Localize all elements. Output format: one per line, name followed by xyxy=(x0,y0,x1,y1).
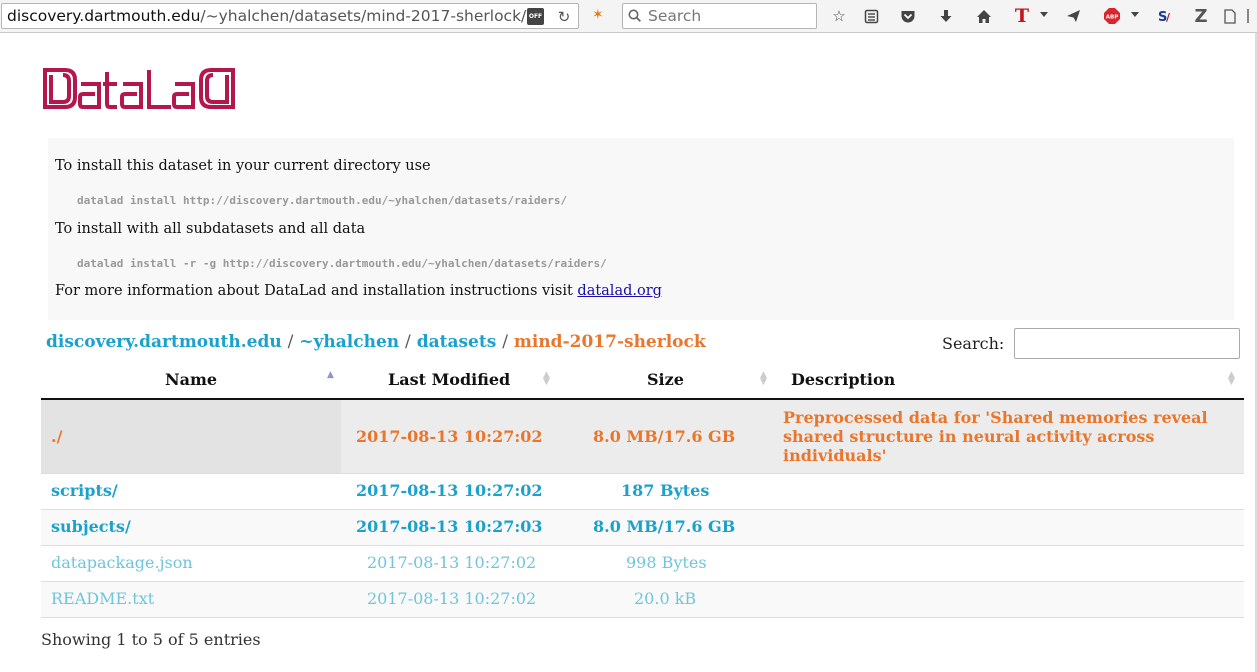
breadcrumb-separator: / xyxy=(502,332,508,352)
table-search-label: Search: xyxy=(942,334,1005,353)
sort-both-icon[interactable]: ▲ ▼ xyxy=(543,371,550,387)
sort-both-icon[interactable]: ▲ ▼ xyxy=(1228,371,1235,387)
overflow-icon[interactable] xyxy=(1242,5,1254,27)
download-icon[interactable] xyxy=(935,5,957,27)
column-header-name[interactable]: Name xyxy=(165,370,217,389)
pocket-icon[interactable] xyxy=(897,5,919,27)
row-name-link[interactable]: scripts/ xyxy=(51,481,118,500)
row-modified: 2017-08-13 10:27:03 xyxy=(356,517,543,536)
column-header-last-modified[interactable]: Last Modified xyxy=(388,370,510,389)
breadcrumb-separator: / xyxy=(405,332,411,352)
table-row[interactable]: subjects/ 2017-08-13 10:27:03 8.0 MB/17.… xyxy=(41,510,1244,546)
breadcrumb: discovery.dartmouth.edu / ~yhalchen / da… xyxy=(46,332,706,352)
page-icon[interactable] xyxy=(1219,5,1241,27)
install-text-1: To install this dataset in your current … xyxy=(55,158,431,174)
table-search-input[interactable] xyxy=(1014,328,1240,359)
url-host: discovery.dartmouth.edu xyxy=(7,7,201,25)
breadcrumb-separator: / xyxy=(287,332,294,352)
install-text-3: For more information about DataLad and i… xyxy=(55,283,662,299)
install-command-1: datalad install http://discovery.dartmou… xyxy=(77,194,568,207)
home-icon[interactable] xyxy=(973,5,995,27)
breadcrumb-link-host[interactable]: discovery.dartmouth.edu xyxy=(46,332,282,352)
svg-text:ABP: ABP xyxy=(1106,15,1118,21)
install-command-2: datalad install -r -g http://discovery.d… xyxy=(77,257,607,270)
reader-list-icon[interactable] xyxy=(860,5,882,27)
browser-search-bar[interactable]: Search xyxy=(622,3,817,29)
name-cell-background xyxy=(41,400,341,473)
table-row[interactable]: scripts/ 2017-08-13 10:27:02 187 Bytes xyxy=(41,474,1244,510)
adblock-icon[interactable]: ABP xyxy=(1101,5,1123,27)
row-modified: 2017-08-13 10:27:02 xyxy=(367,553,537,572)
url-path: /~yhalchen/datasets/mind-2017-sherlock/ xyxy=(200,7,527,25)
row-size: 8.0 MB/17.6 GB xyxy=(593,427,736,446)
row-size: 187 Bytes xyxy=(621,481,710,500)
table-info: Showing 1 to 5 of 5 entries xyxy=(41,630,261,649)
url-bar[interactable]: discovery.dartmouth.edu/~yhalchen/datase… xyxy=(1,3,579,29)
row-modified: 2017-08-13 10:27:02 xyxy=(367,589,537,608)
row-name-link[interactable]: datapackage.json xyxy=(51,553,193,572)
table-row[interactable]: README.txt 2017-08-13 10:27:02 20.0 kB xyxy=(41,582,1244,618)
tracking-off-icon[interactable]: OFF xyxy=(527,8,544,25)
url-text[interactable]: discovery.dartmouth.edu/~yhalchen/datase… xyxy=(7,7,526,25)
row-modified: 2017-08-13 10:27:02 xyxy=(356,427,543,446)
adblock-dropdown-icon[interactable] xyxy=(1131,12,1139,17)
bookmark-star-icon[interactable]: ☆ xyxy=(828,5,850,27)
sa-extension-icon[interactable]: S / xyxy=(1155,5,1177,27)
column-header-size[interactable]: Size xyxy=(647,370,684,389)
browser-toolbar: discovery.dartmouth.edu/~yhalchen/datase… xyxy=(0,0,1257,33)
row-name-link[interactable]: ./ xyxy=(51,427,62,446)
send-icon[interactable] xyxy=(1062,5,1084,27)
fox-extension-icon[interactable]: ✶ xyxy=(592,7,604,23)
datalad-link[interactable]: datalad.org xyxy=(577,283,662,299)
row-size: 998 Bytes xyxy=(626,553,707,572)
sort-ascending-icon[interactable]: ▲ xyxy=(327,371,334,380)
breadcrumb-link-user[interactable]: ~yhalchen xyxy=(299,332,399,352)
zotero-icon[interactable]: Z xyxy=(1190,5,1212,27)
sort-both-icon[interactable]: ▲ ▼ xyxy=(760,371,767,387)
breadcrumb-link-datasets[interactable]: datasets xyxy=(417,332,497,352)
search-icon xyxy=(628,9,641,22)
row-modified: 2017-08-13 10:27:02 xyxy=(356,481,543,500)
search-placeholder: Search xyxy=(648,7,702,25)
datalad-logo-graphic xyxy=(43,68,235,109)
row-name-link[interactable]: README.txt xyxy=(51,589,154,608)
row-size: 8.0 MB/17.6 GB xyxy=(593,517,736,536)
install-text-2: To install with all subdatasets and all … xyxy=(55,221,366,237)
table-row[interactable]: datapackage.json 2017-08-13 10:27:02 998… xyxy=(41,546,1244,582)
text-extension-icon[interactable]: T xyxy=(1011,5,1033,27)
install-text-3-prefix: For more information about DataLad and i… xyxy=(55,283,573,299)
row-description: Preprocessed data for 'Shared memories r… xyxy=(783,408,1208,465)
row-name-link[interactable]: subjects/ xyxy=(51,517,131,536)
install-instructions: To install this dataset in your current … xyxy=(48,138,1234,320)
breadcrumb-current: mind-2017-sherlock xyxy=(513,332,706,352)
column-header-description[interactable]: Description xyxy=(791,370,895,389)
datalad-logo xyxy=(43,67,237,110)
text-extension-dropdown-icon[interactable] xyxy=(1040,12,1048,17)
row-size: 20.0 kB xyxy=(634,589,697,608)
table-header: Name ▲ Last Modified ▲ ▼ Size ▲ ▼ Descript… xyxy=(41,364,1244,400)
table-row[interactable]: ./ 2017-08-13 10:27:02 8.0 MB/17.6 GB Pr… xyxy=(41,400,1244,474)
reload-icon[interactable]: ↻ xyxy=(555,8,573,26)
svg-text:/: / xyxy=(1166,11,1171,24)
